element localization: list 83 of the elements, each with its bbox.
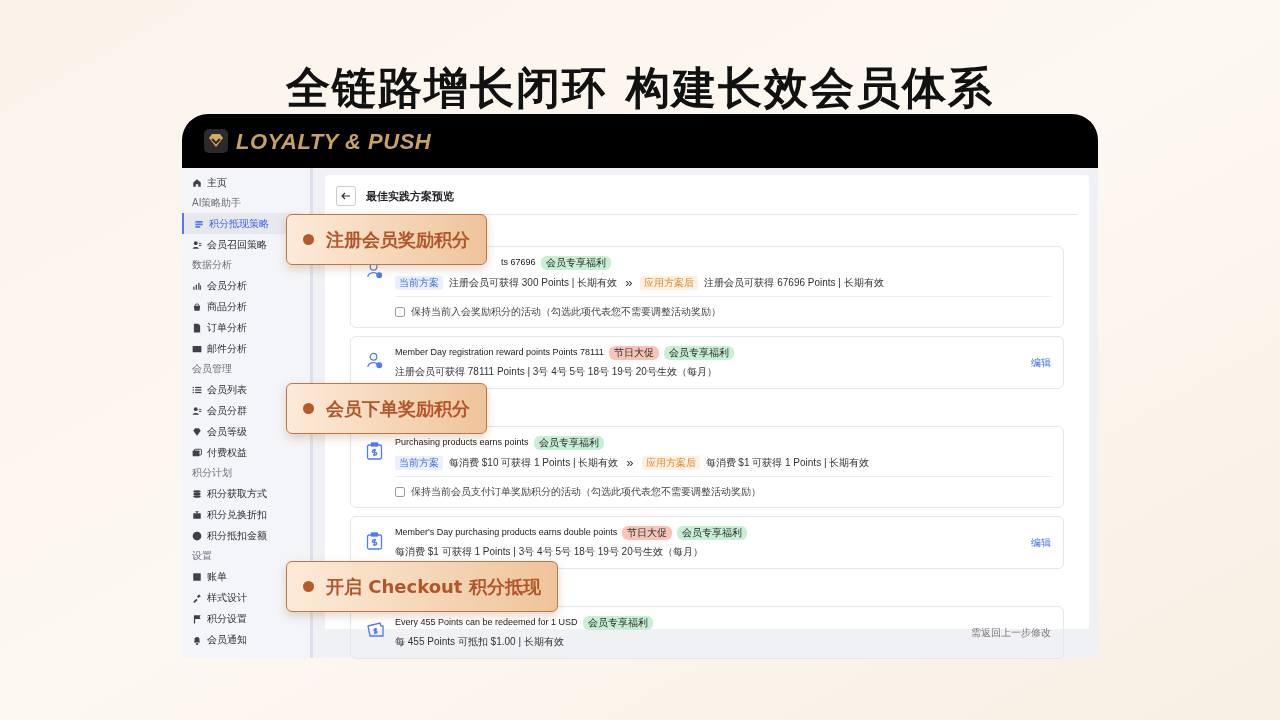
callout-text: 会员下单奖励积分 — [326, 397, 470, 421]
double-chevron: » — [624, 276, 634, 289]
sidebar-item[interactable]: 会员分析 — [182, 275, 302, 296]
page-title: 最佳实践方案预览 — [366, 188, 454, 204]
callout-text: 注册会员奖励积分 — [326, 228, 470, 252]
diamond-logo-icon — [204, 129, 228, 153]
edit-link[interactable]: 编辑 — [1031, 535, 1051, 550]
tag: 节日大促 — [622, 526, 673, 540]
headline: 全链路增长闭环 构建长效会员体系 — [286, 62, 994, 114]
sidebar-item[interactable]: 积分兑换折扣 — [182, 504, 302, 525]
back-button[interactable] — [336, 186, 356, 206]
sidebar-item[interactable]: 积分抵扣金额 — [182, 525, 302, 546]
tag: 会员专享福利 — [663, 346, 734, 360]
applied-plan-label: 应用方案后 — [640, 275, 699, 290]
rule-detail: 每消费 $1 可获得 1 Points | 3号 4号 5号 18号 19号 20号生效（每月） — [395, 545, 704, 559]
tag: 会员专享福利 — [540, 256, 611, 270]
cards-icon — [192, 447, 202, 458]
clipboard-dollar-icon — [366, 532, 383, 550]
card-title: Member's Day purchasing products earns double points — [395, 526, 618, 540]
edit-link[interactable]: 编辑 — [1031, 355, 1051, 370]
sidebar-item[interactable]: 样式设计 — [182, 587, 302, 608]
users-icon — [192, 239, 202, 250]
sidebar-heading: 设置 — [192, 550, 212, 562]
rule-detail: 每 455 Points 可抵扣 $1.00 | 长期有效 — [395, 635, 565, 649]
home-icon — [192, 177, 202, 188]
bar-chart-icon — [192, 280, 202, 291]
callout-text: 开启 Checkout 积分抵现 — [326, 575, 541, 599]
ticket-icon — [366, 622, 385, 638]
double-chevron: » — [625, 456, 635, 469]
checkbox-label: 保持当前会员支付订单奖励积分的活动（勾选此项代表您不需要调整活动奖励） — [411, 485, 761, 499]
current-plan-label: 当前方案 — [395, 455, 443, 470]
clipboard-dollar-icon — [366, 442, 383, 460]
sidebar-item[interactable]: 主页 — [182, 172, 302, 193]
list-icon — [192, 384, 202, 395]
card-title: Every 455 Points can be redeemed for 1 USD — [395, 616, 578, 630]
coin-icon — [192, 530, 202, 541]
bag-icon — [192, 301, 202, 312]
card-title: Member Day registration reward points Points 78111 — [395, 346, 604, 360]
current-plan-label: 当前方案 — [395, 275, 443, 290]
sidebar-item[interactable]: 积分设置 — [182, 608, 302, 629]
person-icon — [366, 262, 383, 279]
sidebar-item[interactable]: 会员分群 — [182, 400, 302, 421]
sidebar-item[interactable]: 商品分析 — [182, 296, 302, 317]
tag: 会员专享福利 — [677, 526, 748, 540]
sidebar-item[interactable]: 订单分析 — [182, 317, 302, 338]
tag: 会员专享福利 — [533, 436, 604, 450]
applied-plan-label: 应用方案后 — [641, 455, 700, 470]
sidebar-item[interactable]: 会员等级 — [182, 421, 302, 442]
sidebar-item[interactable]: 会员通知 — [182, 629, 302, 650]
stack-icon — [194, 218, 204, 229]
card-title: Purchasing products earns points — [395, 436, 529, 450]
checkbox[interactable] — [395, 486, 405, 497]
sidebar-heading: AI策略助手 — [192, 197, 242, 209]
applied-plan-text: 每消费 $1 可获得 1 Points | 长期有效 — [705, 456, 870, 470]
current-plan-text: 每消费 $10 可获得 1 Points | 长期有效 — [449, 456, 619, 470]
person-icon — [366, 352, 383, 369]
sidebar-item[interactable]: 会员列表 — [182, 379, 302, 400]
sidebar-item[interactable]: 账单 — [182, 566, 302, 587]
sidebar-item[interactable]: 积分获取方式 — [182, 483, 302, 504]
mail-icon — [192, 343, 202, 354]
stack-icon — [192, 488, 202, 499]
checkbox-label: 保持当前入会奖励积分的活动（勾选此项代表您不需要调整活动奖励） — [411, 305, 721, 319]
card-title: ts 67696 — [501, 256, 536, 270]
note-text: 需返回上一步修改 — [971, 626, 1051, 640]
tag: 会员专享福利 — [582, 616, 653, 630]
diamond-icon — [192, 426, 202, 437]
checkbox[interactable] — [395, 306, 405, 317]
sidebar-item[interactable]: 付费权益 — [182, 442, 302, 463]
rule-detail: 注册会员可获得 78111 Points | 3号 4号 5号 18号 19号 20号生效（每月） — [395, 365, 718, 379]
sidebar-item[interactable]: 会员召回策略 — [182, 234, 302, 255]
sidebar-heading: 积分计划 — [192, 467, 232, 479]
brush-icon — [192, 592, 202, 603]
flag-icon — [192, 613, 202, 624]
users-icon — [192, 405, 202, 416]
tag: 节日大促 — [608, 346, 659, 360]
back-arrow-icon — [341, 191, 351, 201]
current-plan-text: 注册会员可获得 300 Points | 长期有效 — [449, 276, 618, 290]
bell-icon — [192, 634, 202, 645]
sidebar-item[interactable]: 邮件分析 — [182, 338, 302, 359]
brand-name: LOYALTY & PUSH — [236, 127, 432, 156]
sidebar-heading: 会员管理 — [192, 363, 232, 375]
applied-plan-text: 注册会员可获得 67696 Points | 长期有效 — [704, 276, 884, 290]
sidebar-heading: 数据分析 — [192, 259, 232, 271]
